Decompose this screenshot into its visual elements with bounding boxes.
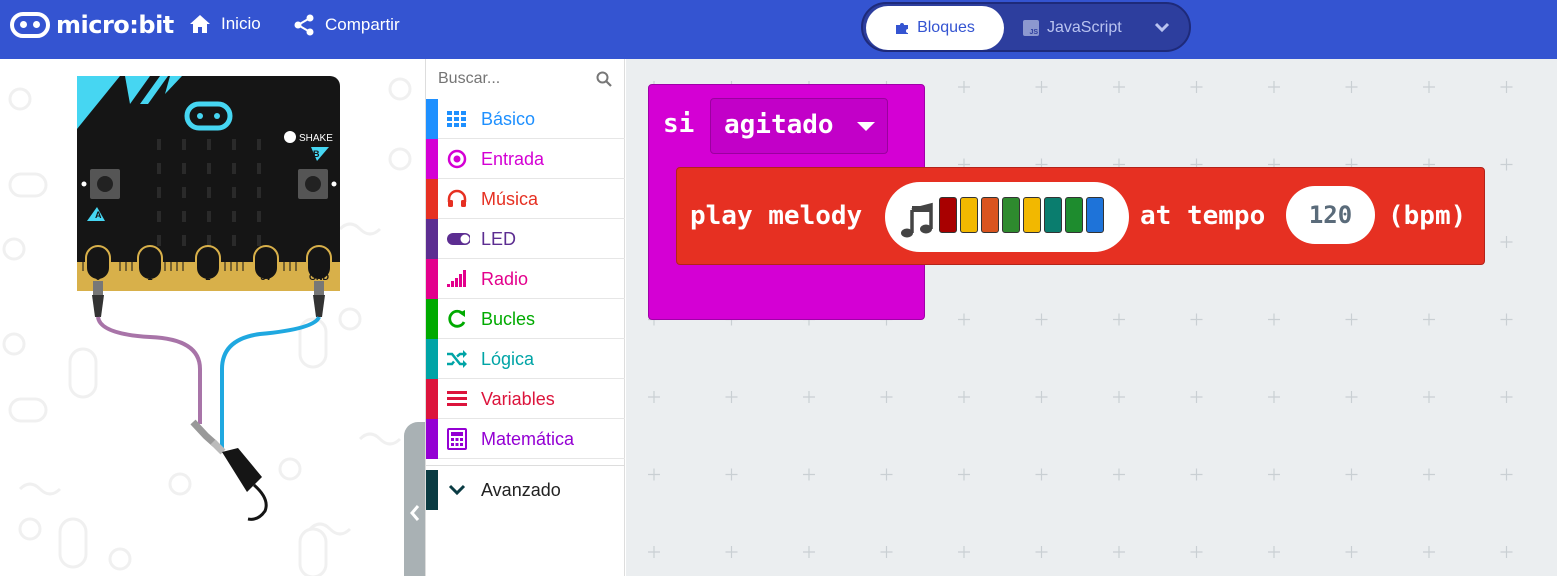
toolbox-divider bbox=[426, 460, 625, 466]
signal-icon bbox=[447, 270, 466, 287]
category-basico[interactable]: Básico bbox=[426, 99, 625, 139]
collapse-simulator-button[interactable] bbox=[404, 422, 425, 576]
refresh-icon bbox=[448, 309, 466, 328]
share-label: Compartir bbox=[325, 15, 400, 34]
search-input[interactable] bbox=[436, 67, 586, 91]
melody-note-swatch bbox=[1065, 197, 1083, 233]
category-label: Variables bbox=[481, 389, 555, 409]
category-label: Bucles bbox=[481, 309, 536, 329]
category-radio[interactable]: Radio bbox=[426, 259, 625, 299]
home-label: Inicio bbox=[221, 14, 261, 33]
puzzle-icon bbox=[896, 23, 909, 34]
chevron-left-icon bbox=[410, 505, 420, 521]
toolbox: Básico Entrada Música LED Radio Bucles L… bbox=[426, 59, 625, 576]
editor-menu-button[interactable] bbox=[1153, 14, 1171, 45]
simulator-board[interactable]: A B SHAKE 0 1 2 3V GND bbox=[0, 59, 426, 576]
shuffle-icon bbox=[447, 350, 467, 368]
tempo-input[interactable]: 120 bbox=[1286, 186, 1375, 244]
top-bar: micro:bit Inicio Compartir Bloques JavaS… bbox=[0, 0, 1557, 59]
melody-note-swatch bbox=[1023, 197, 1041, 233]
category-entrada[interactable]: Entrada bbox=[426, 139, 625, 179]
pin-label: 0 bbox=[95, 272, 100, 282]
category-avanzado[interactable]: Avanzado bbox=[426, 470, 625, 510]
toolbox-search bbox=[426, 59, 625, 99]
category-color-bar bbox=[426, 99, 438, 139]
music-note-icon bbox=[901, 202, 933, 238]
search-icon[interactable] bbox=[596, 71, 612, 87]
microbit-logo[interactable]: micro:bit bbox=[10, 11, 174, 39]
share-button[interactable]: Compartir bbox=[293, 14, 400, 36]
melody-note-swatch bbox=[1086, 197, 1104, 233]
category-label: Lógica bbox=[481, 349, 535, 369]
play-melody-label: play melody bbox=[690, 201, 863, 231]
category-label: Radio bbox=[481, 269, 529, 289]
category-label: Entrada bbox=[481, 149, 545, 169]
shake-indicator bbox=[284, 131, 296, 143]
category-color-bar bbox=[426, 139, 438, 179]
category-musica[interactable]: Música bbox=[426, 179, 625, 219]
category-label: Música bbox=[481, 189, 539, 209]
melody-note-swatch bbox=[981, 197, 999, 233]
melody-note-swatch bbox=[939, 197, 957, 233]
home-icon bbox=[190, 15, 210, 33]
category-color-bar bbox=[426, 299, 438, 339]
category-color-bar bbox=[426, 339, 438, 379]
toggle-icon bbox=[447, 233, 470, 245]
shake-label: SHAKE bbox=[299, 133, 333, 144]
pin-label: GND bbox=[309, 272, 330, 282]
button-b-label: B bbox=[313, 149, 320, 159]
pin-label: 3V bbox=[260, 272, 271, 282]
grid-icon bbox=[447, 111, 466, 127]
event-keyword: si bbox=[663, 109, 695, 139]
category-matematica[interactable]: Matemática bbox=[426, 419, 625, 459]
blocks-label: Bloques bbox=[917, 19, 975, 36]
chevron-down-icon bbox=[448, 484, 466, 496]
melody-note-swatch bbox=[1044, 197, 1062, 233]
microbit-logo-icon bbox=[10, 12, 50, 38]
category-label: LED bbox=[481, 229, 517, 249]
pin-label: 1 bbox=[147, 272, 152, 282]
melody-note-swatch bbox=[960, 197, 978, 233]
bpm-label: (bpm) bbox=[1388, 201, 1467, 231]
at-tempo-label: at tempo bbox=[1140, 201, 1266, 231]
category-color-bar bbox=[426, 259, 438, 299]
headphones-icon bbox=[447, 189, 467, 207]
category-led[interactable]: LED bbox=[426, 219, 625, 259]
play-melody-block[interactable]: play melody at tempo 120 (bpm) bbox=[676, 167, 1485, 265]
dropdown-arrow-icon bbox=[857, 122, 875, 131]
simulator-panel: A B SHAKE 0 1 2 3V GND bbox=[0, 59, 426, 576]
blocks-tab[interactable]: Bloques bbox=[866, 6, 1004, 50]
gesture-dropdown[interactable]: agitado bbox=[710, 98, 888, 154]
category-color-bar bbox=[426, 379, 438, 419]
chevron-down-icon bbox=[1154, 22, 1170, 33]
blocks-workspace[interactable]: si agitado play melody at tempo 120 (bpm… bbox=[626, 59, 1557, 576]
category-color-bar bbox=[426, 179, 438, 219]
home-button[interactable]: Inicio bbox=[189, 14, 261, 34]
target-icon bbox=[447, 149, 467, 169]
javascript-tab[interactable]: JavaScript bbox=[1023, 6, 1122, 50]
javascript-icon bbox=[1023, 20, 1039, 36]
button-a-label: A bbox=[95, 210, 102, 220]
category-label: Avanzado bbox=[481, 480, 561, 500]
editor-toggle: Bloques JavaScript bbox=[861, 2, 1191, 52]
pin-label: 2 bbox=[205, 272, 210, 282]
category-label: Básico bbox=[481, 109, 536, 129]
category-variables[interactable]: Variables bbox=[426, 379, 625, 419]
gesture-value: agitado bbox=[724, 110, 834, 140]
share-icon bbox=[294, 14, 314, 36]
category-color-bar bbox=[426, 470, 438, 510]
javascript-label: JavaScript bbox=[1047, 19, 1122, 36]
category-logica[interactable]: Lógica bbox=[426, 339, 625, 379]
melody-note-swatch bbox=[1002, 197, 1020, 233]
category-bucles[interactable]: Bucles bbox=[426, 299, 625, 339]
category-color-bar bbox=[426, 219, 438, 259]
melody-editor-field[interactable] bbox=[885, 182, 1129, 252]
logo-text: micro:bit bbox=[56, 11, 174, 39]
category-color-bar bbox=[426, 419, 438, 459]
calculator-icon bbox=[447, 428, 467, 450]
list-icon bbox=[447, 391, 467, 406]
category-label: Matemática bbox=[481, 429, 575, 449]
